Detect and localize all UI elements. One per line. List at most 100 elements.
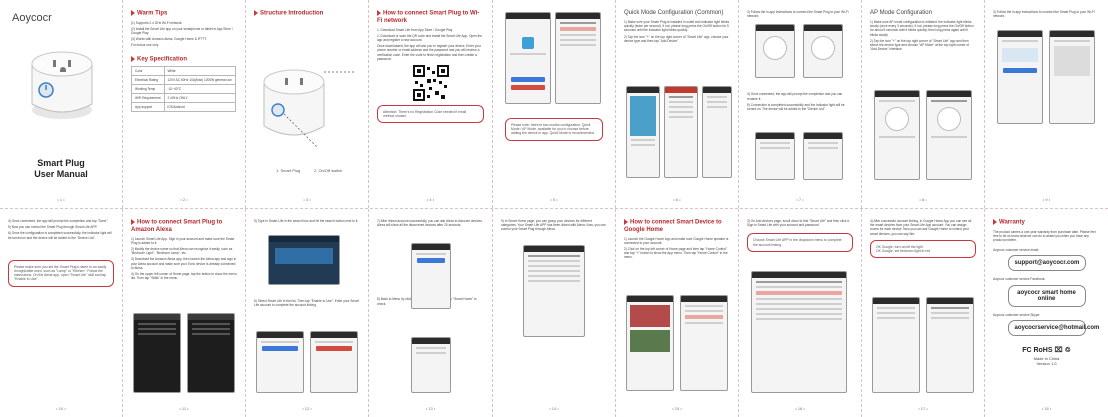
text-line (560, 44, 596, 46)
text-line (931, 307, 969, 309)
phone-screenshot (926, 297, 974, 393)
spec-table: Color White Electrical Rating 120V AC 60Hz… (131, 66, 236, 113)
status-bar (627, 87, 659, 93)
phone-button (511, 77, 545, 82)
status-bar (524, 246, 584, 252)
phone-screenshot (310, 331, 358, 393)
spec-key: Working Temp (131, 84, 165, 95)
quick-line: 1) Make sure your Smart Plug is installe… (624, 20, 730, 33)
arrow-icon (131, 10, 135, 16)
google3-panel: 4) After successful account linking, in … (862, 209, 985, 417)
text-line (931, 100, 967, 102)
text-line (416, 253, 446, 255)
ap-mode-heading: AP Mode Configuration (870, 10, 932, 16)
spec-value: White (163, 66, 236, 77)
status-bar (804, 25, 842, 31)
image-area (630, 330, 670, 352)
page-number: • 9 • (1042, 197, 1051, 202)
page-number: • 8 • (919, 197, 927, 202)
page-number: • 11 • (179, 406, 189, 411)
email-label: Aoycocr customer service email: (993, 248, 1039, 253)
alexa2-line: 6) Select Smart Life in the list. Then t… (254, 299, 359, 308)
status-bar (627, 296, 673, 302)
text-line (707, 96, 727, 98)
structure-heading: Structure Introduction (254, 10, 360, 18)
text-line (877, 317, 915, 319)
text-line (877, 307, 915, 309)
text-line (631, 144, 655, 146)
phone-screenshot (926, 90, 972, 180)
phone-screenshot (523, 245, 585, 337)
alexa-line: 4) On the upper left corner of Home page… (131, 272, 237, 281)
text-line (528, 280, 580, 282)
app-screens-panel: Please note: there're two modes configur… (493, 0, 616, 208)
page-number: • 17 • (918, 406, 928, 411)
device-image (885, 107, 909, 131)
status-bar (875, 91, 919, 97)
top-row: Aoycocr Smart Plug User Manual • 1 • War… (0, 0, 1108, 208)
quick-mode-panel: Quick Mode Configuration (Common) 1) Mak… (616, 0, 739, 208)
alexa-line: 3) Download the Amazon Alexa app, then l… (131, 257, 237, 270)
label-smart-plug: 1. Smart Plug (276, 168, 301, 173)
status-bar (998, 31, 1042, 37)
alexa2-panel: 5) Type in Smart Life in the search box … (246, 209, 369, 417)
google3-line: 4) After successful account linking, in … (870, 219, 972, 236)
status-bar (257, 332, 303, 338)
alexa-line: 1) Launch Smart Life App. Sign in your a… (131, 236, 235, 245)
cert-logos: FC RoHS ⌧ ♲ (993, 346, 1100, 354)
keyboard-area (1054, 46, 1090, 76)
version: Version 1.0 (1036, 360, 1057, 366)
image-area (630, 96, 656, 136)
text-line (560, 22, 596, 24)
status-bar (506, 13, 550, 19)
app-logo-icon (522, 37, 534, 49)
text-line (808, 142, 838, 144)
skype-handle: aoycocrservice@hotmail.com (1007, 319, 1099, 336)
arrow-icon (254, 10, 258, 16)
connect-heading: How to connect Smart Plug to Wi-Fi netwo… (377, 10, 480, 24)
text-line (138, 328, 176, 330)
structure-panel: Structure Introduction 1. Smart Plug 2. … (246, 0, 369, 208)
spec-key: WiFi Requirement (131, 93, 165, 104)
prep-line: 6) Once the configuration is completed s… (8, 231, 112, 240)
phone-screenshot (664, 86, 698, 178)
phone-button (417, 258, 445, 263)
phone-screenshot (874, 90, 920, 180)
status-bar (188, 314, 234, 320)
text-line (760, 147, 790, 149)
page-number: • 15 • (672, 406, 682, 411)
page-number: • 18 • (1041, 406, 1052, 411)
table-row: Working Temp -10~40°C (131, 84, 236, 95)
ap2-panel: 3) Follow the in-app instructions to con… (985, 0, 1108, 208)
warranty-panel: Warranty The product carries a one-year … (985, 209, 1108, 417)
alexa4-line: 9) In Smart Home page, you can group you… (501, 219, 606, 232)
ap-line: 2) Tap the icon "+" on the top right cor… (870, 38, 969, 52)
text-line (760, 142, 790, 144)
connect-line: Once downloaded, the app will ask you to… (377, 44, 482, 61)
page-number: • 14 • (549, 406, 559, 411)
text-line (192, 333, 230, 335)
phone-screenshot (680, 295, 728, 391)
text-line (756, 313, 842, 315)
plug-diagram (263, 69, 356, 149)
manual-title-line2: User Manual (34, 169, 88, 179)
status-bar (665, 87, 697, 93)
alexa-line: 2) Modify the device name so that Alexa … (131, 246, 233, 256)
phone-screenshot (1049, 30, 1095, 124)
highlight-row (560, 27, 596, 31)
phone-screenshot (803, 132, 843, 180)
connect-panel: How to connect Smart Plug to Wi-Fi netwo… (369, 0, 493, 208)
alexa-prep-panel: 4) Once connected, the app will prompt t… (0, 209, 123, 417)
arrow-icon (377, 10, 381, 16)
text-line (510, 53, 546, 55)
brand-name: Aoycocr (12, 12, 52, 24)
text-line (669, 106, 693, 108)
page-number: • 2 • (180, 197, 188, 202)
alexa2-line: 5) Type in Smart Life in the search box … (254, 219, 359, 223)
page-number: • 16 • (795, 406, 805, 411)
text-line (669, 111, 693, 113)
text-line (931, 136, 967, 138)
spec-value: 120V AC 60Hz 10A(Max) 1200W general use (163, 75, 236, 86)
quick2-line: 4) Once connected, the app will prompt t… (747, 92, 843, 101)
ap2-line: 3) Follow the in-app instructions to con… (993, 10, 1095, 19)
